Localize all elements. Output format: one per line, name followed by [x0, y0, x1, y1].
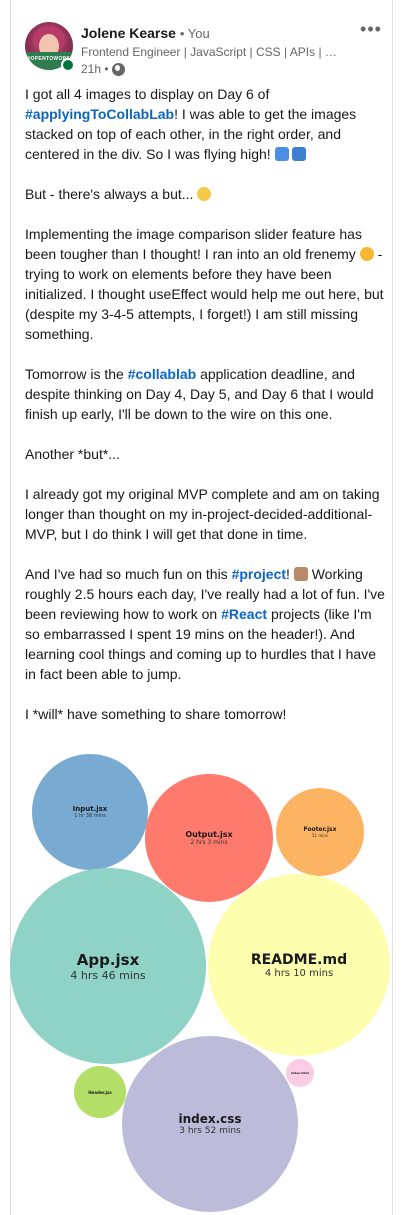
hashtag-link[interactable]: #project — [232, 566, 286, 582]
author-info: Jolene Kearse • You Frontend Engineer | … — [81, 24, 361, 77]
post-image[interactable]: Input.jsx 1 hr 38 mins Output.jsx 2 hrs … — [0, 752, 403, 1215]
post-body: I got all 4 images to display on Day 6 o… — [25, 84, 385, 744]
author-relation: • You — [179, 26, 210, 41]
bubble-readme: README.md 4 hrs 10 mins — [208, 874, 390, 1056]
bubble-output: Output.jsx 2 hrs 3 mins — [145, 774, 273, 902]
bubble-footer: Footer.jsx 51 mins — [276, 788, 364, 876]
grinning-sweat-emoji — [197, 187, 212, 201]
airplane-emoji — [274, 147, 289, 161]
bubble-app: App.jsx 4 hrs 46 mins — [10, 868, 206, 1064]
post-paragraph: Tomorrow is the #collablab application d… — [25, 366, 374, 422]
bubble-input: Input.jsx 1 hr 38 mins — [32, 754, 148, 870]
post-paragraph: Another *but*... — [25, 446, 120, 462]
post-paragraph: I *will* have something to share tomorro… — [25, 706, 287, 722]
post-paragraph: And I've had so much fun on this #projec… — [25, 566, 385, 682]
hashtag-link[interactable]: #applyingToCollabLab — [25, 106, 174, 122]
post-time: 21h • — [81, 62, 109, 76]
hashtag-link[interactable]: #collablab — [128, 366, 196, 382]
more-options-button[interactable]: ••• — [357, 20, 385, 42]
author-headline: Frontend Engineer | JavaScript | CSS | A… — [81, 45, 343, 59]
hashtag-link[interactable]: #React — [221, 606, 267, 622]
post-paragraph: I got all 4 images to display on Day 6 o… — [25, 86, 357, 162]
person-emoji — [292, 147, 307, 161]
post-paragraph: I already got my original MVP complete a… — [25, 486, 380, 542]
post-meta: 21h • — [81, 61, 361, 77]
bubble-header: Header.jsx — [74, 1066, 126, 1118]
flushed-face-emoji — [359, 247, 374, 261]
bubble-index-css: index.css 3 hrs 52 mins — [122, 1036, 298, 1212]
online-status-icon — [61, 58, 75, 72]
post-paragraph: But - there's always a but... — [25, 184, 385, 204]
bubble-index-html: index.html — [286, 1059, 314, 1087]
clapping-hands-emoji — [293, 567, 308, 581]
post-paragraph: Implementing the image comparison slider… — [25, 226, 384, 342]
author-name[interactable]: Jolene Kearse — [81, 25, 176, 41]
post-header: #OPENTOWORK Jolene Kearse • You Frontend… — [25, 20, 385, 77]
globe-icon — [111, 62, 125, 76]
